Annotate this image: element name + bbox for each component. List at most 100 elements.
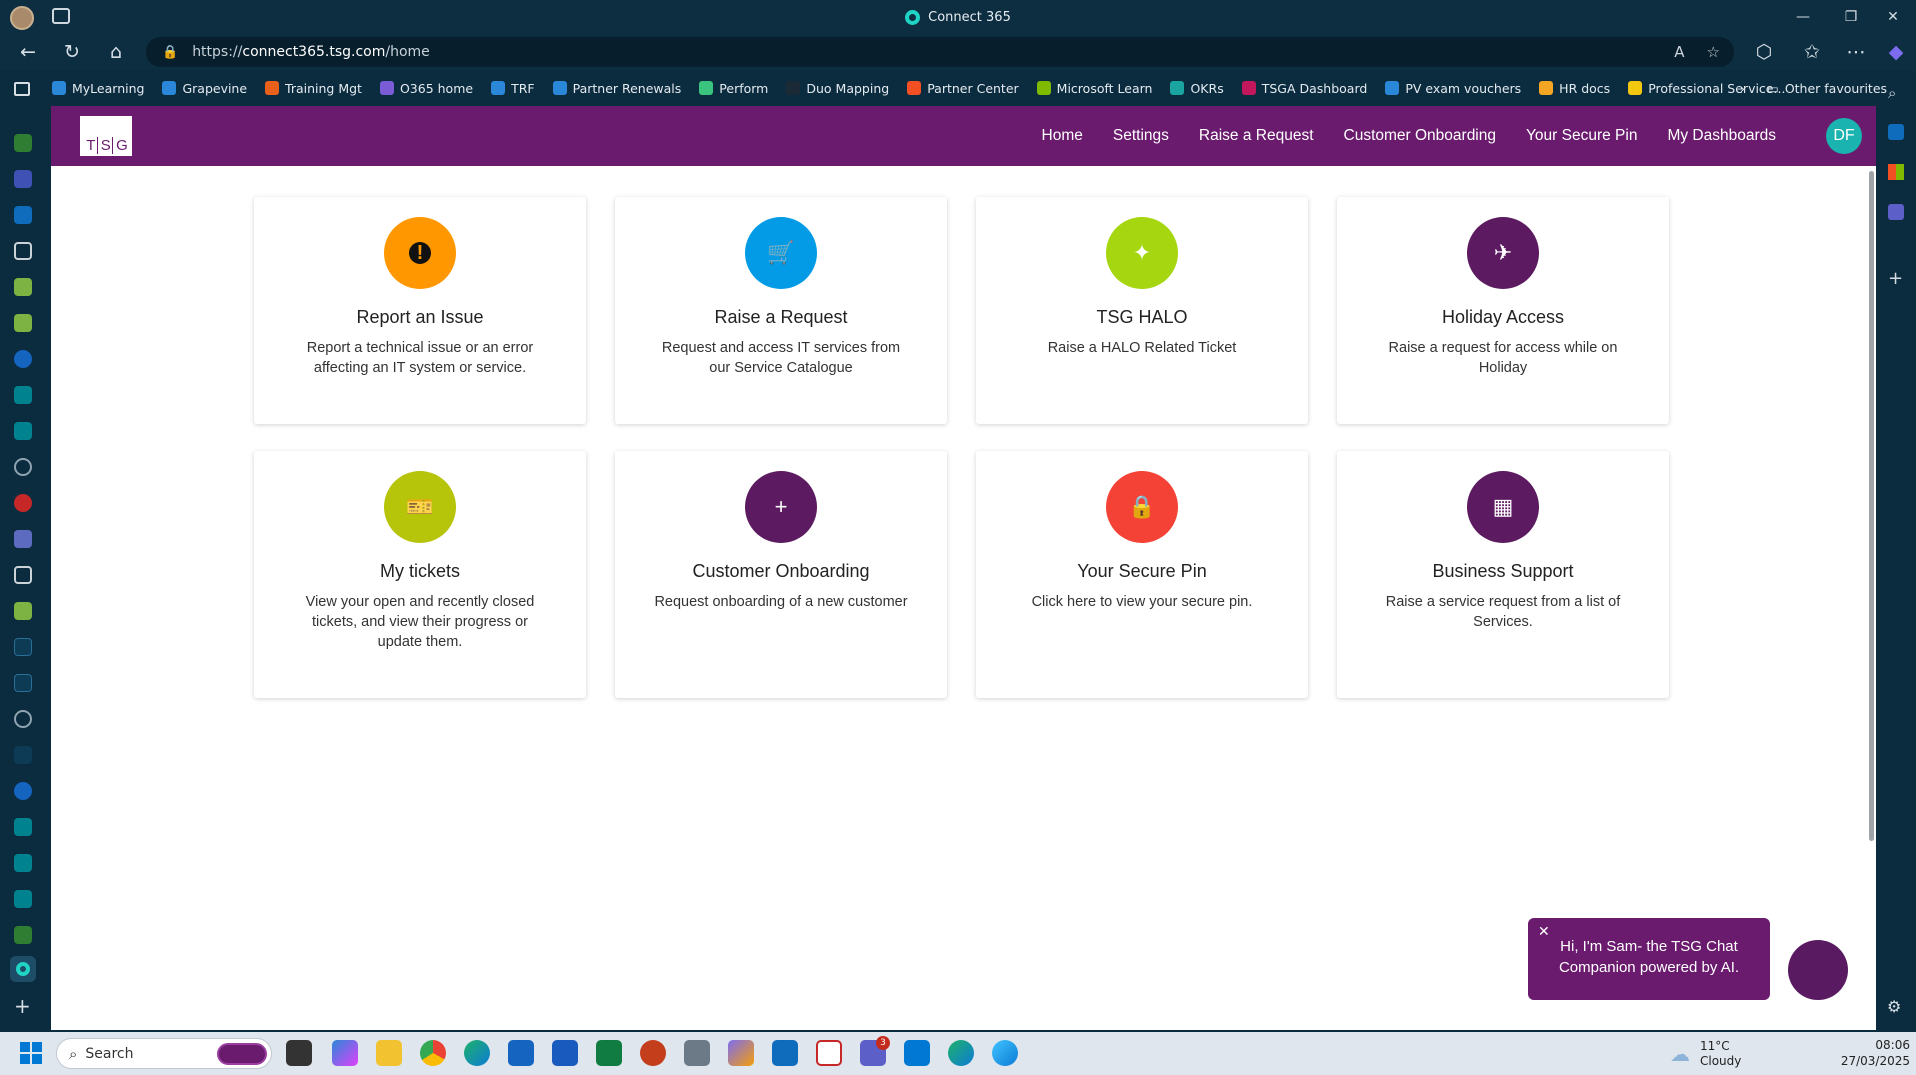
service-card-my-tickets[interactable]: 🎫 My tickets View your open and recently c…: [254, 451, 586, 698]
tab-app-icon[interactable]: [14, 530, 32, 548]
tab-teams-icon[interactable]: [14, 170, 32, 188]
search-icon[interactable]: ⌕: [1888, 84, 1896, 102]
office-icon[interactable]: [1888, 164, 1904, 180]
outlook-icon[interactable]: [1888, 124, 1904, 140]
favourite-link[interactable]: Partner Center: [905, 81, 1020, 96]
tab-app-icon[interactable]: [14, 242, 32, 260]
favourite-link[interactable]: HR docs: [1537, 81, 1612, 96]
home-icon[interactable]: ⌂: [100, 38, 132, 66]
new-tab-icon[interactable]: +: [14, 994, 31, 1018]
favourite-link[interactable]: TSGA Dashboard: [1240, 81, 1370, 96]
favourite-link[interactable]: TRF: [489, 81, 537, 96]
tab-grid-icon[interactable]: [14, 278, 32, 296]
read-aloud-icon[interactable]: A: [1674, 43, 1684, 61]
powerpoint-icon[interactable]: [640, 1040, 666, 1066]
weather-widget[interactable]: ☁ 11°C Cloudy: [1670, 1036, 1741, 1072]
system-clock[interactable]: 08:06 27/03/2025: [1820, 1037, 1910, 1069]
outlook-new-icon[interactable]: [904, 1040, 930, 1066]
close-chat-bubble-icon[interactable]: ✕: [1538, 921, 1550, 942]
service-card-customer-onboarding[interactable]: + Customer Onboarding Request onboarding o…: [615, 451, 947, 698]
close-window-button[interactable]: ✕: [1870, 0, 1916, 34]
tab-app-icon[interactable]: [14, 890, 32, 908]
favourite-link[interactable]: MyLearning: [50, 81, 146, 96]
extensions-icon[interactable]: ⬡: [1748, 38, 1780, 66]
copilot-app-icon[interactable]: [728, 1040, 754, 1066]
teams-icon[interactable]: [1888, 204, 1904, 220]
nav-my-dashboards[interactable]: My Dashboards: [1667, 127, 1776, 145]
nav-raise-a-request[interactable]: Raise a Request: [1199, 127, 1314, 145]
service-card-tsg-halo[interactable]: ✦ TSG HALO Raise a HALO Related Ticket: [976, 197, 1308, 424]
url-text[interactable]: https://connect365.tsg.com/home: [192, 44, 430, 60]
favourites-more-chevron-icon[interactable]: ›: [1740, 81, 1745, 96]
more-menu-icon[interactable]: ⋯: [1840, 38, 1872, 66]
tab-app-icon[interactable]: [14, 854, 32, 872]
tab-app-icon[interactable]: [14, 422, 32, 440]
tab-app-icon[interactable]: [14, 206, 32, 224]
favourite-link[interactable]: O365 home: [378, 81, 475, 96]
tab-search-icon[interactable]: [14, 638, 32, 656]
nav-home[interactable]: Home: [1042, 127, 1083, 145]
back-icon[interactable]: ←: [12, 38, 44, 66]
file-explorer-icon[interactable]: [376, 1040, 402, 1066]
edge-icon[interactable]: [464, 1040, 490, 1066]
tab-globe-icon[interactable]: [14, 710, 32, 728]
tab-sheets-icon[interactable]: [14, 926, 32, 944]
tab-grid-icon[interactable]: [14, 314, 32, 332]
favourites-icon[interactable]: ✩: [1796, 38, 1828, 66]
tab-app-icon[interactable]: [14, 494, 32, 512]
favourite-link[interactable]: OKRs: [1168, 81, 1225, 96]
copilot-icon[interactable]: ◆: [1880, 38, 1912, 66]
sidebar-settings-gear-icon[interactable]: ⚙: [1887, 997, 1901, 1016]
calculator-icon[interactable]: [684, 1040, 710, 1066]
snipping-tool-icon[interactable]: [816, 1040, 842, 1066]
favourite-link[interactable]: Duo Mapping: [784, 81, 891, 96]
add-sidebar-app-icon[interactable]: +: [1888, 268, 1903, 289]
other-favourites-folder[interactable]: ▭ Other favourites: [1765, 81, 1889, 96]
tab-search-icon[interactable]: [14, 674, 32, 692]
tab-grid-icon[interactable]: [14, 602, 32, 620]
nav-your-secure-pin[interactable]: Your Secure Pin: [1526, 127, 1637, 145]
tab-app-icon[interactable]: [14, 566, 32, 584]
favourite-link[interactable]: Grapevine: [160, 81, 249, 96]
favourite-star-icon[interactable]: ☆: [1707, 43, 1720, 61]
edge-profile-icon[interactable]: [948, 1040, 974, 1066]
word-icon[interactable]: [552, 1040, 578, 1066]
taskbar-search-box[interactable]: ⌕ Search: [56, 1038, 272, 1069]
service-card-business-support[interactable]: ▦ Business Support Raise a service request…: [1337, 451, 1669, 698]
outlook-app-icon[interactable]: [772, 1040, 798, 1066]
favourite-link[interactable]: Perform: [697, 81, 770, 96]
refresh-icon[interactable]: ↻: [56, 38, 88, 66]
nav-customer-onboarding[interactable]: Customer Onboarding: [1344, 127, 1497, 145]
tab-app-icon[interactable]: [14, 386, 32, 404]
tab-sheets-icon[interactable]: [14, 134, 32, 152]
chrome-icon[interactable]: [420, 1040, 446, 1066]
favourite-link[interactable]: Microsoft Learn: [1035, 81, 1155, 96]
service-card-report-an-issue[interactable]: ! Report an Issue Report a technical issue…: [254, 197, 586, 424]
address-bar[interactable]: 🔒 https://connect365.tsg.com/home A ☆: [146, 37, 1734, 67]
tab-app-icon[interactable]: [14, 350, 32, 368]
page-scrollbar[interactable]: [1869, 171, 1874, 841]
favourite-link[interactable]: Training Mgt: [263, 81, 364, 96]
site-info-icon[interactable]: 🔒: [162, 45, 178, 60]
tab-app-icon[interactable]: [14, 818, 32, 836]
user-avatar[interactable]: DF: [1826, 118, 1862, 154]
minimize-button[interactable]: —: [1780, 0, 1826, 34]
chat-launcher-button[interactable]: [1788, 940, 1848, 1000]
tab-list-icon[interactable]: [14, 82, 30, 96]
favourite-link[interactable]: Partner Renewals: [551, 81, 684, 96]
tsg-logo[interactable]: T S G: [80, 116, 132, 156]
task-view-icon[interactable]: [286, 1040, 312, 1066]
excel-icon[interactable]: [596, 1040, 622, 1066]
tab-app-icon[interactable]: [14, 782, 32, 800]
favourite-link[interactable]: PV exam vouchers: [1383, 81, 1523, 96]
edge-dev-icon[interactable]: [992, 1040, 1018, 1066]
tab-app-icon[interactable]: [14, 746, 32, 764]
service-card-raise-a-request[interactable]: 🛒 Raise a Request Request and access IT se…: [615, 197, 947, 424]
active-tab-connect365-icon[interactable]: [10, 956, 36, 982]
nav-settings[interactable]: Settings: [1113, 127, 1169, 145]
service-card-your-secure-pin[interactable]: 🔒 Your Secure Pin Click here to view your …: [976, 451, 1308, 698]
tab-globe-icon[interactable]: [14, 458, 32, 476]
service-card-holiday-access[interactable]: ✈ Holiday Access Raise a request for acces…: [1337, 197, 1669, 424]
restore-button[interactable]: ❐: [1828, 0, 1874, 34]
start-button[interactable]: [20, 1042, 42, 1064]
